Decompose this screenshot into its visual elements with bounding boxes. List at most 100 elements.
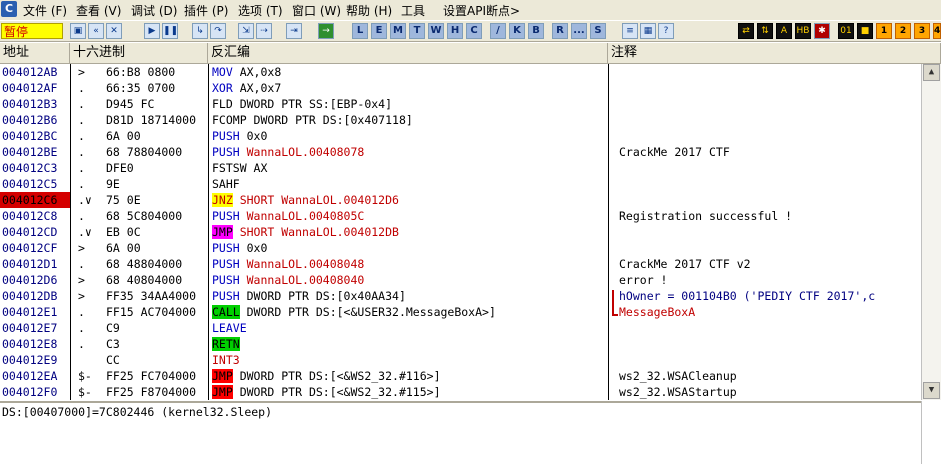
row-address[interactable]: 004012D6 [0, 272, 70, 288]
close-icon[interactable]: ✕ [106, 23, 122, 39]
disassembly-row[interactable]: 004012EA $- FF25 FC704000 JMP DWORD PTR DS:… [0, 368, 920, 384]
plugin-binary-icon[interactable]: 01 [838, 23, 854, 39]
row-hex-bytes[interactable]: 68 78804000 [106, 144, 206, 160]
row-address[interactable]: 004012EA [0, 368, 70, 384]
disassembly-row[interactable]: 004012BE. 68 78804000 PUSH WannaLOL.004080… [0, 144, 920, 160]
row-address[interactable]: 004012E7 [0, 320, 70, 336]
threads-window-button[interactable]: T [409, 23, 425, 39]
plugin-icon-2[interactable]: ⇅ [757, 23, 773, 39]
row-address[interactable]: 004012B6 [0, 112, 70, 128]
disassembly-row[interactable]: 004012D6 >68 40804000 PUSH WannaLOL.004080… [0, 272, 920, 288]
row-disassembly[interactable]: PUSH WannaLOL.00408078 [212, 144, 607, 160]
row-comment[interactable] [619, 320, 919, 336]
row-disassembly[interactable]: JNZ SHORT WannaLOL.004012D6 [212, 192, 607, 208]
source-window-button[interactable]: S [590, 23, 606, 39]
grid-icon[interactable]: ▦ [640, 23, 656, 39]
row-hex-bytes[interactable]: D945 FC [106, 96, 206, 112]
disassembly-row[interactable]: 004012E8. C3 RETN [0, 336, 920, 352]
row-comment[interactable] [619, 80, 919, 96]
row-hex-bytes[interactable]: FF15 AC704000 [106, 304, 206, 320]
scroll-down-icon[interactable]: ▼ [923, 382, 940, 399]
disassembly-row[interactable]: 004012CF >6A 00 PUSH 0x0 [0, 240, 920, 256]
handles-window-button[interactable]: H [447, 23, 463, 39]
pane-divider[interactable] [0, 401, 941, 403]
row-disassembly[interactable]: CALL DWORD PTR DS:[<&USER32.MessageBoxA>… [212, 304, 607, 320]
menu-tools[interactable]: 工具 [401, 2, 425, 19]
row-hex-bytes[interactable]: C3 [106, 336, 206, 352]
row-comment[interactable] [619, 192, 919, 208]
menu-help[interactable]: 帮助 (H) [346, 2, 392, 19]
row-hex-bytes[interactable]: 66:B8 0800 [106, 64, 206, 80]
row-hex-bytes[interactable]: CC [106, 352, 206, 368]
disassembly-row[interactable]: 004012C5. 9E SAHF [0, 176, 920, 192]
row-address[interactable]: 004012CF [0, 240, 70, 256]
row-address[interactable]: 004012DB [0, 288, 70, 304]
row-comment[interactable]: error ! [619, 272, 919, 288]
run-icon[interactable]: ▶ [144, 23, 160, 39]
row-address[interactable]: 004012F0 [0, 384, 70, 400]
disassembly-scrollbar[interactable]: ▲ ▼ [921, 64, 941, 400]
row-comment[interactable]: Registration successful ! [619, 208, 919, 224]
row-disassembly[interactable]: PUSH WannaLOL.00408040 [212, 272, 607, 288]
row-address[interactable]: 004012C3 [0, 160, 70, 176]
disassembly-row[interactable]: 004012E9 CC INT3 [0, 352, 920, 368]
row-hex-bytes[interactable]: 68 5C804000 [106, 208, 206, 224]
row-disassembly[interactable]: FCOMP DWORD PTR DS:[0x407118] [212, 112, 607, 128]
disassembly-row[interactable]: 004012F0 $- FF25 F8704000 JMP DWORD PTR DS:… [0, 384, 920, 400]
call-stack-window-button[interactable]: K [509, 23, 525, 39]
references-window-button[interactable]: R [552, 23, 568, 39]
cpu-window-button[interactable]: C [466, 23, 482, 39]
row-disassembly[interactable]: SAHF [212, 176, 607, 192]
row-comment[interactable] [619, 224, 919, 240]
row-comment[interactable] [619, 128, 919, 144]
menu-options[interactable]: 选项 (T) [238, 2, 283, 19]
row-hex-bytes[interactable]: FF25 FC704000 [106, 368, 206, 384]
row-hex-bytes[interactable]: 68 48804000 [106, 256, 206, 272]
row-hex-bytes[interactable]: 9E [106, 176, 206, 192]
row-address[interactable]: 004012BC [0, 128, 70, 144]
disassembly-row[interactable]: 004012C8. 68 5C804000 PUSH WannaLOL.004080… [0, 208, 920, 224]
menu-window[interactable]: 窗口 (W) [292, 2, 341, 19]
row-address[interactable]: 004012AB [0, 64, 70, 80]
row-hex-bytes[interactable]: 75 0E [106, 192, 206, 208]
row-disassembly[interactable]: JMP SHORT WannaLOL.004012DB [212, 224, 607, 240]
row-comment[interactable] [619, 336, 919, 352]
disassembly-row[interactable]: 004012E7. C9 LEAVE [0, 320, 920, 336]
row-hex-bytes[interactable]: DFE0 [106, 160, 206, 176]
pause-icon[interactable]: ❚❚ [162, 23, 178, 39]
plugin-4-button[interactable]: 4 [933, 23, 941, 39]
row-comment[interactable] [619, 352, 919, 368]
menu-debug[interactable]: 调试 (D) [131, 2, 177, 19]
row-hex-bytes[interactable]: FF25 F8704000 [106, 384, 206, 400]
column-disassembly[interactable]: 反汇编 [208, 43, 608, 64]
row-disassembly[interactable]: JMP DWORD PTR DS:[<&WS2_32.#116>] [212, 368, 607, 384]
trace-into-icon[interactable]: ⇲ [238, 23, 254, 39]
row-hex-bytes[interactable]: 6A 00 [106, 128, 206, 144]
row-hex-bytes[interactable]: 66:35 0700 [106, 80, 206, 96]
row-comment[interactable] [619, 240, 919, 256]
disassembly-row[interactable]: 004012D1. 68 48804000 PUSH WannaLOL.004080… [0, 256, 920, 272]
plugin-stop-icon[interactable]: ■ [857, 23, 873, 39]
windows-window-button[interactable]: W [428, 23, 444, 39]
info-pane-scrollbar[interactable] [921, 401, 941, 464]
step-over-icon[interactable]: ↷ [210, 23, 226, 39]
plugin-1-button[interactable]: 1 [876, 23, 892, 39]
row-comment[interactable] [619, 112, 919, 128]
row-hex-bytes[interactable]: 68 40804000 [106, 272, 206, 288]
row-disassembly[interactable]: PUSH WannaLOL.00408048 [212, 256, 607, 272]
row-comment[interactable] [619, 176, 919, 192]
row-disassembly[interactable]: PUSH DWORD PTR DS:[0x40AA34] [212, 288, 607, 304]
disassembly-row[interactable]: 004012E1. FF15 AC704000 CALL DWORD PTR DS:… [0, 304, 920, 320]
disassembly-row[interactable]: 004012AB >66:B8 0800 MOV AX,0x8 [0, 64, 920, 80]
go-to-icon[interactable]: → [318, 23, 334, 39]
row-disassembly[interactable]: INT3 [212, 352, 607, 368]
memory-window-button[interactable]: M [390, 23, 406, 39]
row-address[interactable]: 004012C8 [0, 208, 70, 224]
plugin-icon-1[interactable]: ⇄ [738, 23, 754, 39]
row-comment[interactable] [619, 96, 919, 112]
row-hex-bytes[interactable]: 6A 00 [106, 240, 206, 256]
row-disassembly[interactable]: FSTSW AX [212, 160, 607, 176]
menu-plugins[interactable]: 插件 (P) [184, 2, 228, 19]
row-hex-bytes[interactable]: C9 [106, 320, 206, 336]
modules-window-button[interactable]: E [371, 23, 387, 39]
